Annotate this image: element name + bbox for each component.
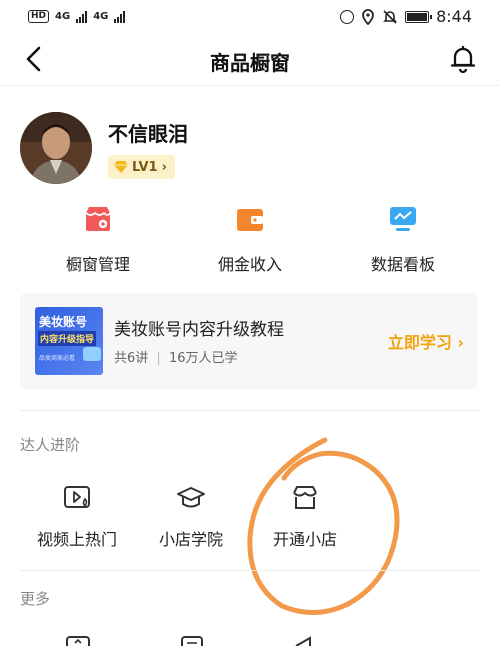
feature-open-store[interactable]: 开通小店 bbox=[240, 484, 370, 550]
feature-label: 开通小店 bbox=[272, 530, 337, 549]
mute-icon bbox=[383, 9, 397, 24]
feature-label: 视频上热门 bbox=[36, 530, 117, 549]
signal-label-1: 4G bbox=[55, 11, 71, 22]
thumb-line-2: 内容升级指导 bbox=[38, 331, 97, 346]
chevron-right-icon: › bbox=[457, 333, 464, 352]
level-text: LV1 bbox=[132, 159, 158, 175]
store-icon bbox=[293, 486, 317, 509]
divider bbox=[20, 570, 480, 571]
thumb-line-1: 美妆账号 bbox=[39, 315, 88, 329]
username: 不信眼泪 bbox=[108, 122, 188, 146]
page-title: 商品橱窗 bbox=[210, 51, 290, 75]
course-banner[interactable]: 美妆账号 内容升级指导 品类商家必看 美妆账号内容升级教程 共6讲 | 16万人… bbox=[20, 293, 478, 389]
learn-now-button[interactable]: 立即学习 › bbox=[388, 329, 464, 353]
battery-icon bbox=[405, 10, 433, 23]
nav-bar: 商品橱窗 bbox=[0, 34, 500, 86]
feature-label: 小店学院 bbox=[158, 530, 223, 549]
tool-data-dashboard[interactable]: 数据看板 bbox=[333, 205, 473, 275]
course-learners: 16万人已学 bbox=[168, 351, 238, 366]
course-lessons: 共6讲 bbox=[114, 351, 149, 366]
graduation-cap-icon bbox=[177, 487, 205, 508]
location-icon bbox=[362, 8, 374, 25]
tool-label: 数据看板 bbox=[370, 255, 435, 274]
status-bar-left: HD 4G 4G bbox=[28, 10, 126, 23]
diamond-icon bbox=[114, 161, 128, 173]
alarm-icon bbox=[340, 9, 355, 24]
tool-label: 佣金收入 bbox=[217, 255, 282, 274]
tool-label: 橱窗管理 bbox=[65, 255, 130, 274]
tool-commission-income[interactable]: 佣金收入 bbox=[180, 205, 320, 275]
signal-label-2: 4G bbox=[93, 11, 109, 22]
status-bar-right: 8:44 bbox=[340, 7, 472, 26]
hd-badge: HD bbox=[28, 10, 50, 23]
course-title: 美妆账号内容升级教程 bbox=[114, 320, 284, 340]
feature-video-hot[interactable]: 视频上热门 bbox=[12, 484, 142, 550]
more-item-icon-2[interactable] bbox=[178, 634, 206, 646]
signal-icon-2 bbox=[114, 10, 126, 23]
section-title-advanced: 达人进阶 bbox=[20, 436, 81, 454]
course-thumbnail: 美妆账号 内容升级指导 品类商家必看 bbox=[35, 307, 103, 375]
shop-settings-icon bbox=[85, 207, 111, 231]
level-arrow: › bbox=[161, 159, 167, 175]
tool-showcase-manage[interactable]: 橱窗管理 bbox=[28, 205, 168, 275]
feature-shop-academy[interactable]: 小店学院 bbox=[126, 484, 256, 550]
monitor-chart-icon bbox=[390, 207, 416, 231]
tools-row: 橱窗管理 佣金收入 数据看板 bbox=[0, 205, 500, 275]
meta-separator: | bbox=[156, 351, 161, 366]
more-item-icon-1[interactable] bbox=[64, 634, 92, 646]
clock: 8:44 bbox=[436, 7, 472, 26]
status-bar: HD 4G 4G 8:44 bbox=[0, 0, 500, 34]
learn-now-label: 立即学习 bbox=[387, 333, 452, 352]
thumb-line-3: 品类商家必看 bbox=[39, 355, 76, 362]
wallet-icon bbox=[237, 209, 263, 231]
bell-icon[interactable] bbox=[448, 44, 478, 74]
avatar-photo bbox=[20, 112, 92, 184]
level-badge[interactable]: LV1 › bbox=[108, 155, 175, 179]
avatar[interactable] bbox=[20, 112, 92, 184]
more-item-icon-3[interactable] bbox=[290, 634, 318, 646]
video-hot-icon bbox=[64, 486, 90, 508]
course-meta: 共6讲 | 16万人已学 bbox=[114, 347, 238, 366]
section-title-more: 更多 bbox=[20, 590, 51, 608]
thumb-graphic bbox=[83, 347, 101, 361]
divider bbox=[20, 410, 480, 411]
signal-icon bbox=[76, 10, 88, 23]
